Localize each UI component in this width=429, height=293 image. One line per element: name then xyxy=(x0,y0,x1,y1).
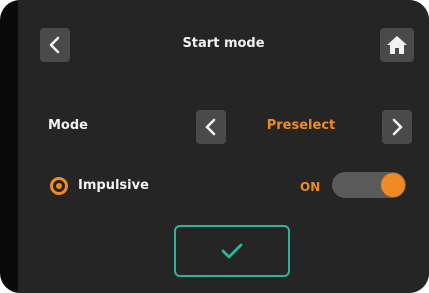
mode-label: Mode xyxy=(48,118,88,133)
impulsive-toggle[interactable] xyxy=(332,172,406,198)
home-button[interactable] xyxy=(380,28,414,62)
toggle-state-label: ON xyxy=(300,180,321,194)
mode-next-button[interactable] xyxy=(382,110,412,144)
home-icon xyxy=(387,36,407,54)
device-frame: Start mode Mode Preselect Impulsive ON xyxy=(0,0,429,293)
checkmark-icon xyxy=(221,243,243,259)
impulsive-label: Impulsive xyxy=(78,178,149,193)
radio-dot xyxy=(56,183,62,189)
screen: Start mode Mode Preselect Impulsive ON xyxy=(18,0,429,293)
confirm-button[interactable] xyxy=(174,225,290,277)
chevron-right-icon xyxy=(392,118,403,136)
mode-prev-button[interactable] xyxy=(196,110,226,144)
chevron-left-icon xyxy=(205,118,216,136)
mode-value: Preselect xyxy=(266,118,336,133)
impulsive-radio[interactable] xyxy=(50,177,68,195)
page-title: Start mode xyxy=(182,36,265,51)
toggle-knob xyxy=(381,173,405,197)
